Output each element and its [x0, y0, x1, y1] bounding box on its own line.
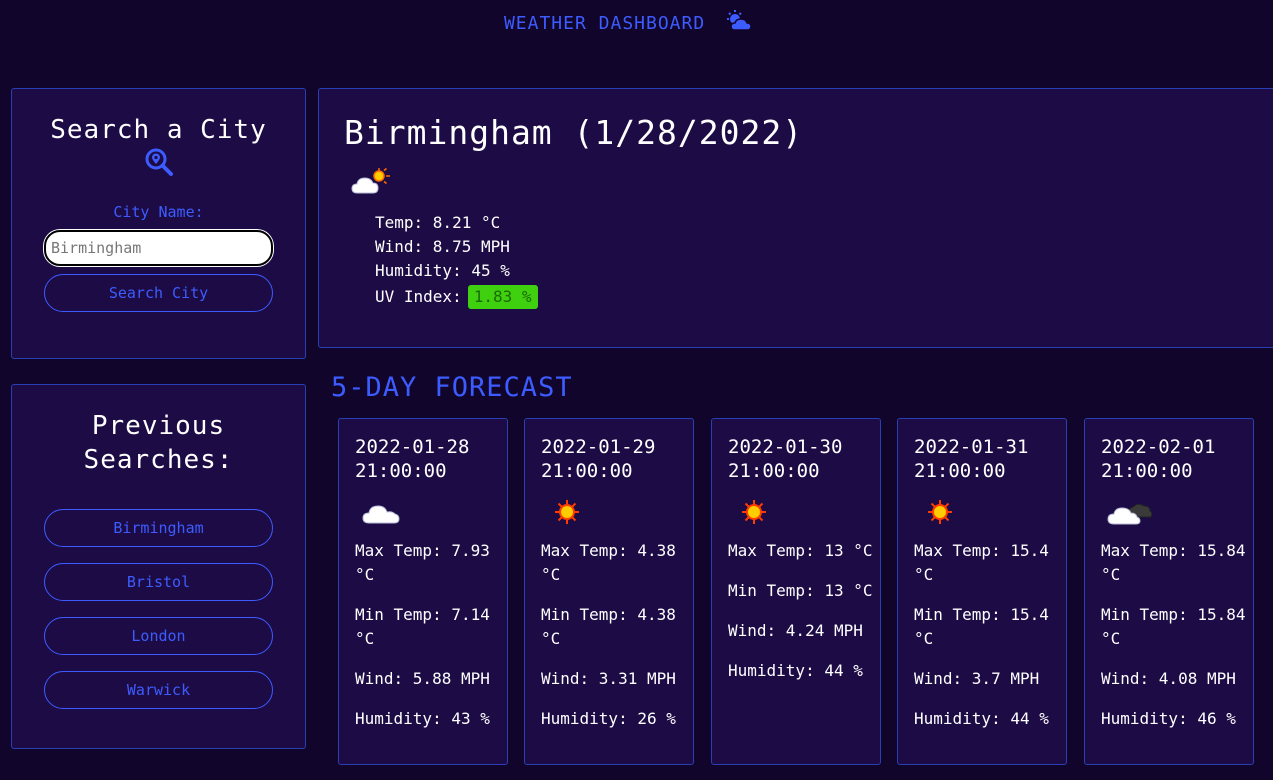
temp-label: Temp: — [375, 213, 433, 232]
forecast-min-temp: Min Temp: 7.14 °C — [355, 605, 490, 648]
forecast-max-temp: Max Temp: 7.93 °C — [355, 541, 490, 584]
city-name-label: City Name: — [113, 203, 204, 221]
forecast-date: 2022-01-28 21:00:00 — [355, 436, 470, 482]
search-panel: Search a City City Name: Search City — [11, 88, 306, 359]
sun-icon — [555, 500, 579, 524]
forecast-humidity: Humidity: 43 % — [355, 709, 490, 728]
search-heading: Search a City — [50, 115, 267, 145]
forecast-wind: Wind: 5.88 MPH — [355, 669, 490, 688]
forecast-date: 2022-01-29 21:00:00 — [541, 436, 656, 482]
forecast-humidity: Humidity: 44 % — [914, 709, 1049, 728]
forecast-date: 2022-02-01 21:00:00 — [1101, 436, 1216, 482]
sun-icon — [928, 500, 952, 524]
forecast-max-temp: Max Temp: 15.4 °C — [914, 541, 1049, 584]
page-title-text: WEATHER DASHBOARD — [503, 13, 706, 34]
wind-value: 8.75 MPH — [432, 237, 510, 256]
current-wind: Wind: 8.75 MPH — [375, 235, 538, 259]
forecast-min-temp: Min Temp: 4.38 °C — [541, 605, 676, 648]
history-button-bristol[interactable]: Bristol — [44, 563, 273, 601]
forecast-wind: Wind: 3.7 MPH — [914, 669, 1040, 688]
forecast-card: 2022-01-28 21:00:00 Max Temp: 7.93 °C Mi… — [338, 418, 508, 765]
forecast-humidity: Humidity: 44 % — [728, 661, 863, 680]
previous-searches-panel: Previous Searches: Birmingham Bristol Lo… — [11, 384, 306, 749]
current-temp: Temp: 8.21 °C — [375, 211, 538, 235]
cloud-icon — [362, 505, 400, 524]
cloud-icon — [1107, 503, 1153, 525]
wind-label: Wind: — [375, 237, 433, 256]
history-button-london[interactable]: London — [44, 617, 273, 655]
current-city-title: Birmingham (1/28/2022) — [344, 113, 804, 152]
forecast-max-temp: Max Temp: 4.38 °C — [541, 541, 676, 584]
city-search-input[interactable] — [44, 230, 273, 266]
humidity-label: Humidity: — [375, 261, 472, 280]
forecast-min-temp: Min Temp: 15.84 °C — [1101, 605, 1246, 648]
sun-icon — [742, 500, 766, 524]
forecast-wind: Wind: 4.08 MPH — [1101, 669, 1236, 688]
page-title: WEATHER DASHBOARD — [0, 10, 1257, 34]
forecast-min-temp: Min Temp: 15.4 °C — [914, 605, 1049, 648]
current-stats: Temp: 8.21 °C Wind: 8.75 MPH Humidity: 4… — [375, 211, 538, 309]
history-button-birmingham[interactable]: Birmingham — [44, 509, 273, 547]
previous-searches-heading-line1: Previous — [91, 411, 226, 441]
temp-value: 8.21 °C — [432, 213, 501, 232]
forecast-date: 2022-01-30 21:00:00 — [728, 436, 843, 482]
previous-searches-heading: Previous Searches: — [12, 409, 305, 477]
forecast-card: 2022-01-31 21:00:00 Max Temp: 15.4 °C Mi… — [897, 418, 1067, 765]
forecast-humidity: Humidity: 46 % — [1101, 709, 1236, 728]
forecast-humidity: Humidity: 26 % — [541, 709, 676, 728]
sun-behind-cloud-icon — [351, 167, 390, 194]
current-uv: UV Index: 1.83 % — [375, 285, 538, 309]
humidity-value: 45 % — [471, 261, 510, 280]
forecast-wind: Wind: 4.24 MPH — [728, 621, 863, 640]
history-list: Birmingham Bristol London Warwick — [12, 509, 305, 709]
forecast-min-temp: Min Temp: 13 °C — [728, 581, 873, 600]
history-button-warwick[interactable]: Warwick — [44, 671, 273, 709]
search-location-icon — [145, 148, 173, 176]
forecast-card: 2022-01-29 21:00:00 Max Temp: 4.38 °C Mi… — [524, 418, 694, 765]
uv-label: UV Index: — [375, 287, 462, 306]
forecast-max-temp: Max Temp: 13 °C — [728, 541, 873, 560]
forecast-heading: 5-DAY FORECAST — [331, 372, 573, 403]
forecast-card: 2022-02-01 21:00:00 Max Temp: 15.84 °C M… — [1084, 418, 1254, 765]
current-weather-panel: Birmingham (1/28/2022) Temp: 8.21 °C Win… — [318, 88, 1273, 348]
previous-searches-heading-line2: Searches: — [83, 445, 234, 475]
search-city-button[interactable]: Search City — [44, 274, 273, 312]
forecast-max-temp: Max Temp: 15.84 °C — [1101, 541, 1246, 584]
sun-behind-cloud-icon — [727, 10, 752, 31]
forecast-date: 2022-01-31 21:00:00 — [914, 436, 1029, 482]
forecast-card: 2022-01-30 21:00:00 Max Temp: 13 °C Min … — [711, 418, 881, 765]
current-humidity: Humidity: 45 % — [375, 259, 538, 283]
uv-index-badge: 1.83 % — [467, 285, 538, 309]
forecast-wind: Wind: 3.31 MPH — [541, 669, 676, 688]
